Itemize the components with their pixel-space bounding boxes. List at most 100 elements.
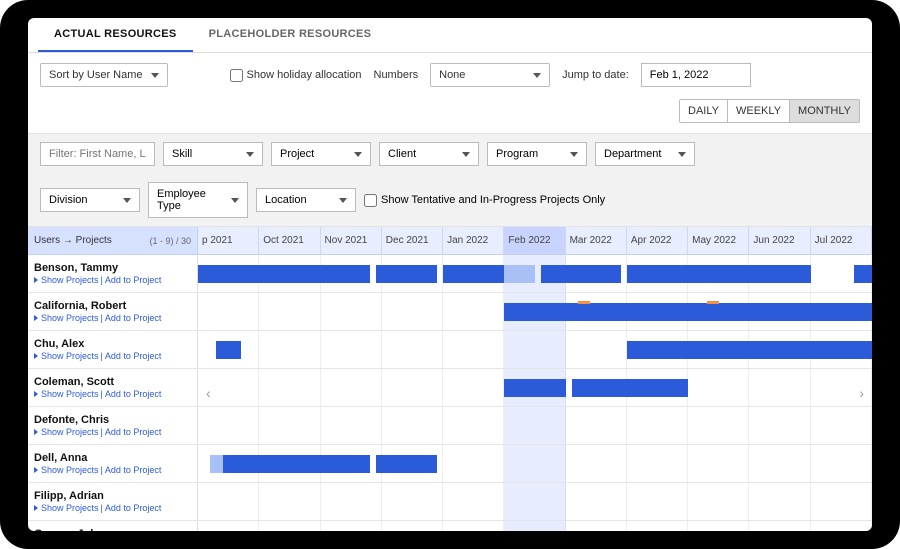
filter-project-select[interactable]: Project — [271, 142, 371, 166]
user-cell: Coleman, ScottShow Projects | Add to Pro… — [28, 369, 198, 406]
expand-icon[interactable] — [34, 353, 38, 359]
timeline-cell — [198, 293, 872, 330]
filter-department-select[interactable]: Department — [595, 142, 695, 166]
month-col: Jan 2022 — [443, 227, 504, 254]
show-holiday-checkbox[interactable]: Show holiday allocation — [230, 69, 362, 82]
allocation-bar[interactable] — [376, 455, 437, 473]
allocation-bar[interactable] — [504, 303, 565, 321]
expand-icon[interactable] — [34, 277, 38, 283]
show-projects-link[interactable]: Show Projects — [41, 313, 99, 323]
month-col: Dec 2021 — [382, 227, 443, 254]
timeline-cell — [198, 521, 872, 531]
allocation-bar[interactable] — [578, 301, 590, 304]
show-projects-link[interactable]: Show Projects — [41, 427, 99, 437]
expand-icon[interactable] — [34, 391, 38, 397]
view-monthly-button[interactable]: MONTHLY — [789, 99, 860, 123]
expand-icon[interactable] — [34, 505, 38, 511]
tab-placeholder-resources[interactable]: PLACEHOLDER RESOURCES — [193, 18, 388, 52]
expand-icon[interactable] — [34, 467, 38, 473]
allocation-bar[interactable] — [259, 455, 369, 473]
user-name: Gomes, John — [34, 528, 191, 531]
show-holiday-label: Show holiday allocation — [247, 69, 362, 81]
user-row: Benson, TammyShow Projects | Add to Proj… — [28, 255, 872, 293]
allocation-bar[interactable] — [216, 341, 241, 359]
user-actions: Show Projects | Add to Project — [34, 275, 191, 285]
expand-icon[interactable] — [34, 315, 38, 321]
allocation-bar[interactable] — [627, 265, 811, 283]
jump-date-label: Jump to date: — [562, 69, 629, 81]
scroll-left-button[interactable]: ‹ — [200, 379, 217, 407]
user-row: Filipp, AdrianShow Projects | Add to Pro… — [28, 483, 872, 521]
resource-grid: Users → Projects (1 - 9) / 30 p 2021Oct … — [28, 227, 872, 531]
timeline-cell — [198, 483, 872, 520]
user-cell: Chu, AlexShow Projects | Add to Project — [28, 331, 198, 368]
jump-date-input[interactable] — [641, 63, 751, 87]
add-to-project-link[interactable]: Add to Project — [105, 503, 162, 513]
filter-name-input[interactable] — [40, 142, 155, 166]
user-cell: Gomes, JohnShow Projects | Add to Projec… — [28, 521, 198, 531]
add-to-project-link[interactable]: Add to Project — [105, 313, 162, 323]
user-cell: Dell, AnnaShow Projects | Add to Project — [28, 445, 198, 482]
scroll-right-button[interactable]: › — [853, 379, 870, 407]
user-cell: Defonte, ChrisShow Projects | Add to Pro… — [28, 407, 198, 444]
sort-select[interactable]: Sort by User Name — [40, 63, 168, 87]
tab-actual-resources[interactable]: ACTUAL RESOURCES — [38, 18, 193, 52]
allocation-bar[interactable] — [504, 265, 535, 283]
app-screen: ACTUAL RESOURCES PLACEHOLDER RESOURCES S… — [28, 18, 872, 531]
add-to-project-link[interactable]: Add to Project — [105, 465, 162, 475]
month-col: Nov 2021 — [321, 227, 382, 254]
filter-employee-type-select[interactable]: Employee Type — [148, 182, 248, 218]
allocation-bar[interactable] — [854, 265, 872, 283]
add-to-project-link[interactable]: Add to Project — [105, 351, 162, 361]
allocation-bar[interactable] — [443, 265, 504, 283]
chevron-down-icon — [570, 152, 578, 157]
expand-icon[interactable] — [34, 429, 38, 435]
add-to-project-link[interactable]: Add to Project — [105, 389, 162, 399]
user-cell: Filipp, AdrianShow Projects | Add to Pro… — [28, 483, 198, 520]
user-row: California, RobertShow Projects | Add to… — [28, 293, 872, 331]
numbers-value: None — [439, 69, 465, 81]
tentative-checkbox[interactable]: Show Tentative and In-Progress Projects … — [364, 194, 605, 207]
show-projects-link[interactable]: Show Projects — [41, 389, 99, 399]
user-row: Dell, AnnaShow Projects | Add to Project — [28, 445, 872, 483]
show-projects-link[interactable]: Show Projects — [41, 465, 99, 475]
allocation-bar[interactable] — [572, 379, 639, 397]
view-weekly-button[interactable]: WEEKLY — [727, 99, 790, 123]
allocation-bar[interactable] — [198, 265, 370, 283]
filter-division-select[interactable]: Division — [40, 188, 140, 212]
allocation-bar[interactable] — [639, 379, 688, 397]
view-toggle: DAILY WEEKLY MONTHLY — [680, 99, 860, 123]
user-name: Benson, Tammy — [34, 262, 191, 274]
add-to-project-link[interactable]: Add to Project — [105, 275, 162, 285]
filter-location-select[interactable]: Location — [256, 188, 356, 212]
user-cell: California, RobertShow Projects | Add to… — [28, 293, 198, 330]
view-daily-button[interactable]: DAILY — [679, 99, 728, 123]
chevron-down-icon — [123, 198, 131, 203]
month-col: Apr 2022 — [627, 227, 688, 254]
allocation-bar[interactable] — [707, 301, 719, 304]
allocation-bar[interactable] — [688, 341, 872, 359]
chevron-down-icon — [678, 152, 686, 157]
filter-skill-select[interactable]: Skill — [163, 142, 263, 166]
allocation-bar[interactable] — [223, 455, 260, 473]
allocation-bar[interactable] — [504, 379, 565, 397]
show-projects-link[interactable]: Show Projects — [41, 351, 99, 361]
tentative-label: Show Tentative and In-Progress Projects … — [381, 194, 605, 206]
filter-client-select[interactable]: Client — [379, 142, 479, 166]
allocation-bar[interactable] — [376, 265, 437, 283]
show-projects-link[interactable]: Show Projects — [41, 503, 99, 513]
show-holiday-input[interactable] — [230, 69, 243, 82]
tentative-input[interactable] — [364, 194, 377, 207]
user-actions: Show Projects | Add to Project — [34, 465, 191, 475]
numbers-select[interactable]: None — [430, 63, 550, 87]
filter-program-select[interactable]: Program — [487, 142, 587, 166]
user-actions: Show Projects | Add to Project — [34, 427, 191, 437]
allocation-bar[interactable] — [541, 265, 621, 283]
add-to-project-link[interactable]: Add to Project — [105, 427, 162, 437]
allocation-bar[interactable] — [627, 341, 688, 359]
chevron-down-icon — [533, 73, 541, 78]
show-projects-link[interactable]: Show Projects — [41, 275, 99, 285]
user-name: Defonte, Chris — [34, 414, 191, 426]
allocation-bar[interactable] — [566, 303, 872, 321]
timeline-cell — [198, 407, 872, 444]
